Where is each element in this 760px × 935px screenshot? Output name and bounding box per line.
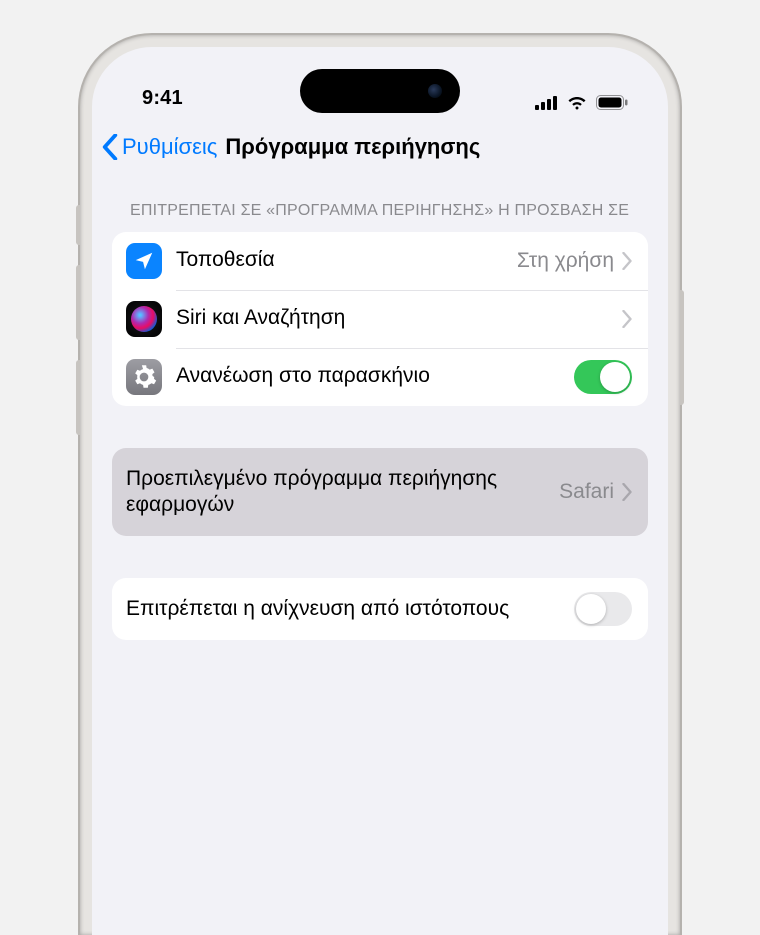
dynamic-island (300, 69, 460, 113)
chevron-right-icon (622, 252, 632, 270)
row-label: Ανανέωση στο παρασκήνιο (176, 363, 574, 389)
phone-frame: 9:41 Ρυθμίσεις Πρόγραμμα περιήγησης ΕΠΙΤ… (80, 35, 680, 935)
row-value: Safari (559, 480, 614, 504)
tracking-toggle[interactable] (574, 592, 632, 626)
front-camera-icon (428, 84, 442, 98)
row-location[interactable]: Τοποθεσία Στη χρήση (112, 232, 648, 290)
row-siri[interactable]: Siri και Αναζήτηση (112, 290, 648, 348)
section-header-access: ΕΠΙΤΡΕΠΕΤΑΙ ΣΕ «ΠΡΟΓΡΑΜΜΑ ΠΕΡΙΗΓΗΣΗΣ» Η … (112, 178, 648, 232)
cellular-icon (535, 96, 558, 110)
status-icons (535, 95, 628, 110)
power-button (680, 290, 684, 405)
wifi-icon (566, 95, 588, 110)
background-refresh-toggle[interactable] (574, 360, 632, 394)
row-default-browser[interactable]: Προεπιλεγμένο πρόγραμμα περιήγησης εφαρμ… (112, 448, 648, 537)
gear-icon (126, 359, 162, 395)
row-tracking: Επιτρέπεται η ανίχνευση από ιστότοπους (112, 578, 648, 640)
screen: 9:41 Ρυθμίσεις Πρόγραμμα περιήγησης ΕΠΙΤ… (92, 47, 668, 935)
group-default-browser: Προεπιλεγμένο πρόγραμμα περιήγησης εφαρμ… (112, 448, 648, 537)
content: ΕΠΙΤΡΕΠΕΤΑΙ ΣΕ «ΠΡΟΓΡΑΜΜΑ ΠΕΡΙΗΓΗΣΗΣ» Η … (92, 178, 668, 640)
volume-down-button (76, 360, 80, 435)
nav-bar: Ρυθμίσεις Πρόγραμμα περιήγησης (92, 122, 668, 178)
row-label: Προεπιλεγμένο πρόγραμμα περιήγησης εφαρμ… (126, 456, 559, 529)
row-value: Στη χρήση (517, 249, 614, 273)
row-label: Siri και Αναζήτηση (176, 305, 622, 331)
back-button[interactable]: Ρυθμίσεις (102, 134, 217, 160)
row-background-refresh: Ανανέωση στο παρασκήνιο (112, 348, 648, 406)
status-time: 9:41 (142, 87, 183, 110)
group-access: Τοποθεσία Στη χρήση Siri και Αναζήτηση Α (112, 232, 648, 406)
row-label: Τοποθεσία (176, 247, 517, 273)
siri-icon (126, 301, 162, 337)
chevron-left-icon (102, 134, 118, 160)
chevron-right-icon (622, 483, 632, 501)
side-button (76, 205, 80, 245)
location-icon (126, 243, 162, 279)
group-tracking: Επιτρέπεται η ανίχνευση από ιστότοπους (112, 578, 648, 640)
volume-up-button (76, 265, 80, 340)
back-label: Ρυθμίσεις (122, 134, 217, 160)
row-label: Επιτρέπεται η ανίχνευση από ιστότοπους (126, 586, 574, 632)
page-title: Πρόγραμμα περιήγησης (225, 134, 480, 160)
chevron-right-icon (622, 310, 632, 328)
battery-icon (596, 95, 628, 110)
